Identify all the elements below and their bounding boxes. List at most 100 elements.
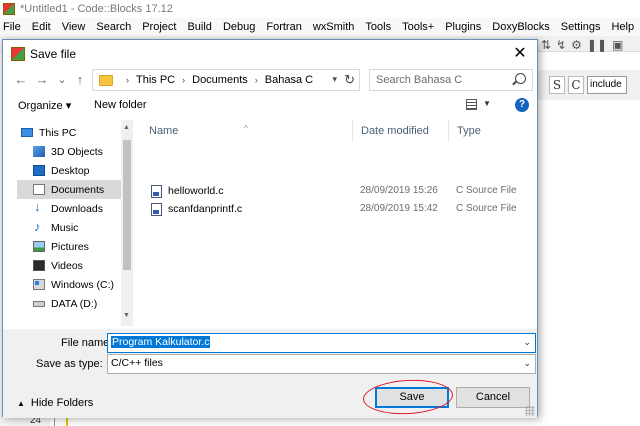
sort-ascending-icon: ^ [244,124,248,133]
address-dropdown-icon[interactable]: ▾ [332,74,337,85]
forward-arrow-icon[interactable]: → [33,71,51,89]
nav-item-videos[interactable]: Videos [17,256,121,275]
menu-help[interactable]: Help [611,21,634,33]
codeblocks-logo-icon [11,47,25,61]
chevron-down-icon[interactable]: ⌄ [523,337,531,348]
navigation-bar: ← → ⌄ ↑ › This PC › Documents › Bahasa C… [3,69,537,91]
desktop-icon [33,165,45,176]
code-completion-button[interactable]: C [568,76,584,94]
column-header-name[interactable]: Name ^ [141,120,353,142]
menu-tools[interactable]: Tools [365,21,391,33]
menu-plugins[interactable]: Plugins [445,21,481,33]
pictures-icon [33,241,45,252]
view-dropdown-icon[interactable]: ▼ [483,99,491,108]
close-button[interactable]: ✕ [503,40,537,68]
codeblocks-logo-icon [3,3,15,15]
videos-icon [33,260,45,271]
debug-toolbar: ⇅ ↯ ⚙ ❚❚ ▣ [537,34,640,56]
search-toolbar: S C include [537,70,640,100]
recent-locations-chevron-icon[interactable]: ⌄ [53,71,71,89]
navigation-pane-scrollbar[interactable]: ▲ ▼ [121,120,133,326]
breadcrumb-bahasa-c[interactable]: Bahasa C [265,74,313,86]
cancel-button[interactable]: Cancel [456,387,530,408]
pause-icon[interactable]: ❚❚ [587,38,607,52]
stop-icon[interactable]: ▣ [612,38,623,52]
menu-tools-plus[interactable]: Tools+ [402,21,434,33]
hide-folders-toggle[interactable]: ▲ Hide Folders [17,397,93,409]
c-source-file-icon [151,203,162,216]
drive-icon [33,300,45,307]
nav-item-desktop[interactable]: Desktop [17,161,121,180]
breadcrumb-documents[interactable]: Documents [192,74,248,86]
menu-file[interactable]: File [3,21,21,33]
download-icon [33,199,45,214]
file-name-field[interactable]: Program Kalkulator.c ⌄ [107,333,536,353]
step-icon[interactable]: ⇅ [541,38,551,52]
scroll-down-icon[interactable]: ▼ [123,312,130,319]
search-icon-button[interactable]: S [549,76,565,94]
scrollbar-thumb[interactable] [123,140,131,270]
menu-build[interactable]: Build [187,21,211,33]
settings-icon[interactable]: ⚙ [571,38,582,52]
nav-item-music[interactable]: Music [17,218,121,237]
menu-doxyblocks[interactable]: DoxyBlocks [492,21,549,33]
nav-item-windows-c[interactable]: Windows (C:) [17,275,121,294]
chevron-right-icon[interactable]: › [182,75,185,85]
menu-view[interactable]: View [62,21,86,33]
column-header-date-modified[interactable]: Date modified [353,120,449,142]
save-as-type-select[interactable]: C/C++ files ⌄ [107,354,536,374]
c-source-file-icon [151,185,162,198]
app-title: *Untitled1 - Code::Blocks 17.12 [20,3,173,15]
documents-icon [33,184,45,195]
folder-icon [99,74,113,86]
caret-up-icon: ▲ [17,399,25,408]
file-list: Name ^ Date modified Type helloworld.c 2… [141,118,537,326]
nav-item-downloads[interactable]: Downloads [17,199,121,218]
menu-search[interactable]: Search [96,21,131,33]
refresh-icon[interactable]: ↻ [344,72,355,88]
save-file-dialog: Save file ✕ ← → ⌄ ↑ › This PC › Document… [2,39,538,418]
search-input[interactable] [376,73,496,87]
nav-item-3d-objects[interactable]: 3D Objects [17,142,121,161]
search-box[interactable] [369,69,533,91]
new-folder-button[interactable]: New folder [94,99,147,111]
menu-settings[interactable]: Settings [561,21,601,33]
include-field[interactable]: include [587,76,627,94]
nav-item-data-d[interactable]: DATA (D:) [17,294,121,313]
file-row[interactable]: helloworld.c 28/09/2019 15:26 C Source F… [141,184,537,200]
file-row[interactable]: scanfdanprintf.c 28/09/2019 15:42 C Sour… [141,202,537,218]
menu-debug[interactable]: Debug [223,21,255,33]
navigation-pane: This PC 3D Objects Desktop Documents Dow… [17,120,133,326]
nav-item-documents[interactable]: Documents [17,180,121,199]
help-icon[interactable]: ? [515,98,529,112]
up-arrow-icon[interactable]: ↑ [71,71,89,89]
scroll-up-icon[interactable]: ▲ [123,124,130,131]
computer-icon [21,128,33,137]
menu-project[interactable]: Project [142,21,176,33]
menu-edit[interactable]: Edit [32,21,51,33]
view-options-icon[interactable] [466,99,477,110]
resize-grip-icon[interactable] [525,406,535,416]
chevron-right-icon[interactable]: › [126,75,129,85]
file-name-label: File name: [61,337,113,349]
nav-item-this-pc[interactable]: This PC [17,123,121,142]
breadcrumb-this-pc[interactable]: This PC [136,74,175,86]
save-as-type-label: Save as type: [36,358,103,370]
app-title-bar: *Untitled1 - Code::Blocks 17.12 [0,0,640,18]
step-into-icon[interactable]: ↯ [556,38,566,52]
column-header-type[interactable]: Type [449,120,537,142]
organize-button[interactable]: Organize ▾ [18,99,71,112]
dialog-title: Save file [30,47,77,61]
address-bar[interactable]: › This PC › Documents › Bahasa C ▾ ↻ [92,69,360,91]
cube-icon [33,146,45,157]
back-arrow-icon[interactable]: ← [12,71,30,89]
file-name-value[interactable]: Program Kalkulator.c [111,336,211,348]
save-button[interactable]: Save [375,387,449,408]
menu-wxsmith[interactable]: wxSmith [313,21,355,33]
menu-fortran[interactable]: Fortran [266,21,301,33]
nav-item-pictures[interactable]: Pictures [17,237,121,256]
drive-icon [33,279,45,290]
chevron-right-icon[interactable]: › [255,75,258,85]
dialog-footer: File name: Program Kalkulator.c ⌄ Save a… [3,329,537,418]
chevron-down-icon[interactable]: ⌄ [523,358,531,369]
